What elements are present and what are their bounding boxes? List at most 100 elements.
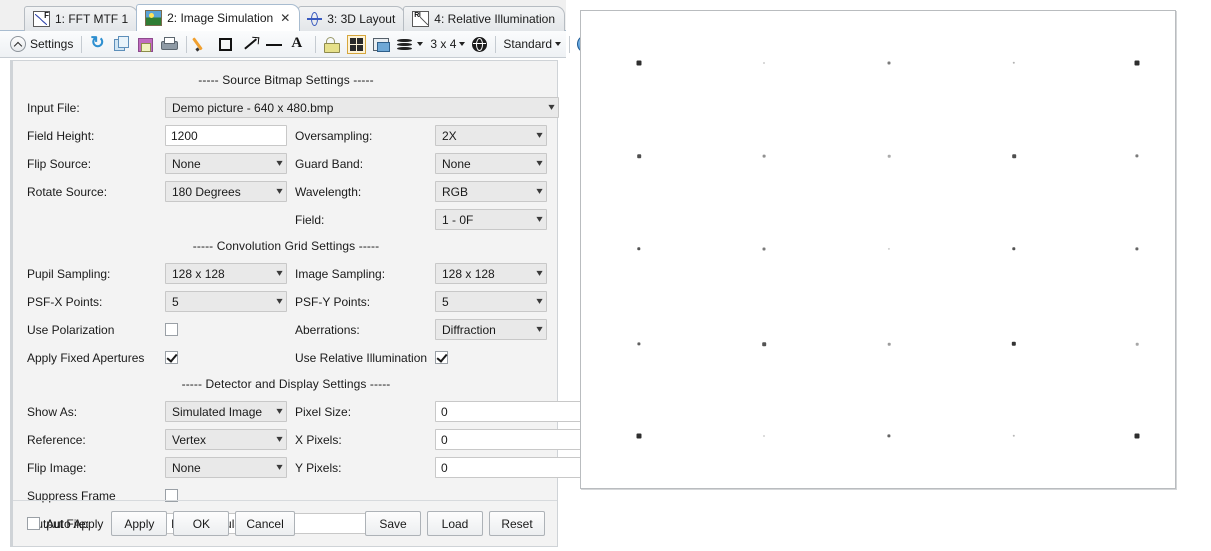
reference-select[interactable]: Vertex ▾ [165, 429, 287, 450]
auto-apply-label: Auto Apply [46, 516, 104, 531]
psf-dot [887, 247, 891, 251]
flip-image-select[interactable]: None ▾ [165, 457, 287, 478]
save-icon [137, 36, 154, 53]
psf-dot [1012, 154, 1016, 158]
load-settings-button[interactable]: Load [427, 511, 483, 536]
simulated-image-viewer[interactable] [580, 10, 1176, 489]
use-relative-illumination-checkbox[interactable] [435, 351, 449, 364]
copy-button[interactable] [110, 34, 133, 55]
chevron-down-icon: ▾ [536, 185, 543, 197]
chevron-down-icon[interactable] [459, 42, 466, 46]
pixel-size-value: 0 [441, 404, 448, 419]
image-sampling-select[interactable]: 128 x 128 ▾ [435, 263, 547, 284]
save-button[interactable] [134, 34, 157, 55]
row-flip-image: Flip Image: None ▾ Y Pixels: 0 [27, 455, 685, 480]
image-simulation-window: 1: FFT MTF 1 2: Image Simulation ✕ 3: 3D… [0, 0, 685, 551]
show-as-select[interactable]: Simulated Image ▾ [165, 401, 287, 422]
use-relative-illumination-label: Use Relative Illumination [295, 350, 428, 365]
field-height-input[interactable]: 1200 [165, 125, 287, 146]
window-split-icon [347, 34, 367, 54]
flip-image-label: Flip Image: [27, 460, 87, 475]
settings-button[interactable]: Settings [7, 34, 76, 55]
field-label: Field: [295, 212, 325, 227]
rotate-source-select[interactable]: 180 Degrees ▾ [165, 181, 287, 202]
reference-value: Vertex [172, 432, 207, 447]
window-split-button[interactable] [344, 34, 369, 55]
psf-dot [1011, 341, 1017, 347]
field-select[interactable]: 1 - 0F ▾ [435, 209, 547, 230]
input-file-label: Input File: [27, 100, 80, 115]
tab-label: 4: Relative Illumination [434, 12, 556, 26]
aberrations-value: Diffraction [442, 322, 496, 337]
layers-icon [397, 36, 414, 53]
psf-dot [1135, 342, 1139, 346]
auto-apply-checkbox[interactable] [27, 517, 40, 530]
print-icon [161, 36, 179, 53]
guard-band-label: Guard Band: [295, 156, 364, 171]
chevron-down-icon: ▾ [536, 267, 543, 279]
analysis-toolbar: Settings ↻ A 3 x 4 Standard ? [0, 31, 596, 58]
chevron-down-icon: ▾ [536, 295, 543, 307]
wavelength-select[interactable]: RGB ▾ [435, 181, 547, 202]
psf-x-points-label: PSF-X Points: [27, 294, 103, 309]
psf-dot [762, 342, 766, 346]
style-selector[interactable]: Standard [500, 34, 564, 55]
row-reference: Reference: Vertex ▾ X Pixels: 0 [27, 427, 685, 452]
tab-label: 1: FFT MTF 1 [55, 12, 129, 26]
line-tool-button[interactable] [263, 34, 286, 55]
arrow-tool-button[interactable] [239, 34, 262, 55]
psf-y-points-label: PSF-Y Points: [295, 294, 371, 309]
tab-3d-layout[interactable]: 3: 3D Layout [298, 6, 406, 31]
row-field: Field: 1 - 0F ▾ [27, 207, 547, 232]
flip-source-select[interactable]: None ▾ [165, 153, 287, 174]
copy-icon [113, 35, 130, 53]
psf-y-points-select[interactable]: 5 ▾ [435, 291, 547, 312]
text-tool-button[interactable] [287, 34, 310, 55]
lock-button[interactable] [320, 34, 343, 55]
oversampling-value: 2X [442, 128, 457, 143]
chevron-down-icon: ▾ [276, 433, 283, 445]
window-clone-button[interactable] [370, 34, 393, 55]
chevron-down-icon: ▾ [536, 213, 543, 225]
tab-fft-mtf-1[interactable]: 1: FFT MTF 1 [24, 6, 139, 31]
tab-label: 2: Image Simulation [167, 11, 274, 25]
convolution-grid-section-header: ----- Convolution Grid Settings ----- [192, 239, 380, 253]
rectangle-tool-button[interactable] [215, 34, 238, 55]
aberrations-select[interactable]: Diffraction ▾ [435, 319, 547, 340]
oversampling-select[interactable]: 2X ▾ [435, 125, 547, 146]
apply-fixed-apertures-checkbox[interactable] [165, 351, 178, 364]
tab-list: 1: FFT MTF 1 2: Image Simulation ✕ 3: 3D… [24, 3, 566, 31]
ok-button[interactable]: OK [173, 511, 230, 536]
cancel-button[interactable]: Cancel [235, 511, 295, 536]
tab-relative-illumination[interactable]: 4: Relative Illumination [403, 6, 566, 31]
image-simulation-icon [145, 10, 163, 26]
chevron-down-icon[interactable] [417, 42, 424, 46]
grid-size-selector[interactable]: 3 x 4 [427, 34, 468, 55]
x-pixels-value: 0 [441, 432, 448, 447]
refresh-button[interactable] [86, 33, 109, 55]
psf-dot [1134, 60, 1140, 66]
source-bitmap-section-header: ----- Source Bitmap Settings ----- [198, 73, 374, 87]
use-polarization-checkbox[interactable] [165, 323, 178, 336]
relative-illumination-icon [412, 11, 430, 27]
globe-button[interactable] [469, 34, 490, 55]
layers-button[interactable] [394, 34, 426, 55]
input-file-select[interactable]: Demo picture - 640 x 480.bmp ▾ [165, 97, 559, 118]
print-button[interactable] [158, 34, 181, 55]
guard-band-select[interactable]: None ▾ [435, 153, 547, 174]
globe-icon [472, 36, 488, 52]
auto-apply-group[interactable]: Auto Apply [27, 517, 103, 531]
pupil-sampling-select[interactable]: 128 x 128 ▾ [165, 263, 287, 284]
chevron-down-icon[interactable] [555, 42, 562, 46]
pencil-tool-button[interactable] [191, 34, 214, 55]
tab-image-simulation[interactable]: 2: Image Simulation ✕ [136, 4, 301, 31]
settings-panel: ----- Source Bitmap Settings ----- Input… [10, 60, 685, 547]
psf-x-points-select[interactable]: 5 ▾ [165, 291, 287, 312]
apply-button[interactable]: Apply [111, 511, 168, 536]
save-settings-button[interactable]: Save [365, 511, 421, 536]
psf-dot [637, 342, 641, 346]
3d-layout-icon [307, 12, 323, 26]
close-icon[interactable]: ✕ [280, 12, 290, 24]
reset-settings-button[interactable]: Reset [489, 511, 545, 536]
chevron-down-icon: ▾ [276, 295, 283, 307]
